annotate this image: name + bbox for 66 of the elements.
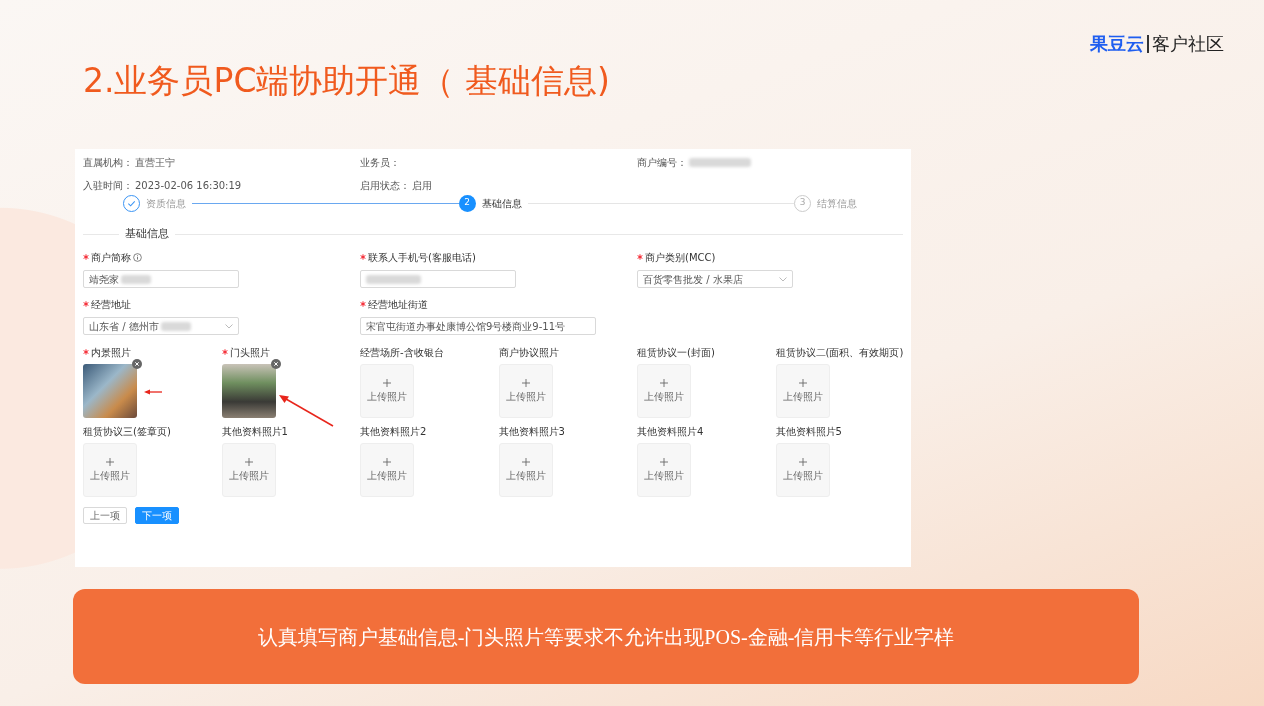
upload-tile[interactable]: 上传照片	[775, 364, 830, 418]
photo-label: 其他资料照片4	[637, 424, 704, 439]
banner-text: 认真填写商户基础信息-门头照片等要求不允许出现POS-金融-信用卡等行业字样	[257, 624, 955, 650]
previous-button[interactable]: 上一项	[83, 507, 127, 524]
info-label: 入驻时间：	[83, 178, 133, 193]
logo-brand: 果豆云	[1090, 32, 1144, 56]
upload-tile[interactable]: 上传照片	[360, 443, 414, 497]
plus-icon	[244, 457, 253, 466]
plus-icon	[521, 457, 530, 466]
field-label: 联系人手机号(客服电话)	[368, 250, 476, 265]
plus-icon	[798, 457, 807, 466]
chevron-down-icon	[779, 276, 787, 282]
info-value: 2023-02-06 16:30:19	[135, 178, 242, 193]
section-title: 基础信息	[125, 225, 169, 242]
plus-icon	[798, 378, 807, 387]
upload-tile[interactable]: 上传照片	[83, 443, 137, 497]
photo-label: 其他资料照片1	[221, 424, 288, 439]
photo-label: 门头照片	[229, 345, 270, 360]
info-label: 直属机构：	[83, 155, 133, 170]
text-field[interactable]: 靖尧家	[83, 270, 239, 288]
upload-tile[interactable]: 上传照片	[775, 443, 830, 497]
chevron-down-icon	[225, 323, 233, 329]
plus-icon	[383, 457, 391, 466]
photo-label: 租赁协议一(封面)	[637, 345, 715, 360]
upload-tile[interactable]: 上传照片	[637, 364, 691, 418]
field-label: 经营地址	[91, 297, 131, 312]
select-field[interactable]: 山东省 / 德州市	[83, 317, 239, 335]
info-label: 业务员：	[360, 155, 400, 170]
info-value: 直营王宁	[135, 155, 175, 170]
step-circle: 2	[458, 194, 476, 212]
plus-icon	[660, 457, 668, 466]
plus-icon	[106, 457, 114, 466]
field-label: 商户简称	[91, 250, 131, 265]
photo-label: 其他资料照片3	[498, 424, 565, 439]
field-label: 商户类别(MCC)	[645, 250, 716, 265]
select-field[interactable]: 百货零售批发 / 水果店	[637, 270, 793, 288]
info-value: 启用	[412, 178, 432, 193]
info-label: 商户编号：	[637, 155, 687, 170]
upload-tile[interactable]: 上传照片	[498, 443, 553, 497]
upload-tile[interactable]: 上传照片	[360, 364, 414, 418]
upload-tile[interactable]: 上传照片	[637, 443, 691, 497]
plus-icon	[521, 378, 530, 387]
photo-label: 其他资料照片5	[775, 424, 842, 439]
plus-icon	[383, 378, 391, 387]
upload-tile[interactable]: 上传照片	[221, 443, 276, 497]
next-button[interactable]: 下一项	[135, 507, 179, 524]
photo-label: 内景照片	[91, 345, 131, 360]
remove-icon[interactable]	[132, 359, 142, 369]
step-label: 资质信息	[146, 196, 186, 211]
step-label: 基础信息	[481, 196, 522, 211]
field-label: 经营地址街道	[368, 297, 428, 312]
step-label: 结算信息	[817, 196, 857, 211]
check-icon	[127, 198, 136, 208]
photo-label: 商户协议照片	[498, 345, 559, 360]
text-field[interactable]	[360, 270, 516, 288]
upload-tile[interactable]: 上传照片	[498, 364, 553, 418]
photo-label: 经营场所-含收银台	[360, 345, 444, 360]
plus-icon	[660, 378, 668, 387]
slide-title: 2.业务员PC端协助开通（ 基础信息)	[83, 60, 610, 102]
photo-label: 租赁协议三(签章页)	[83, 424, 171, 439]
info-label: 启用状态：	[360, 178, 410, 193]
photo-label: 租赁协议二(面积、有效期页)	[775, 345, 904, 360]
photo-label: 其他资料照片2	[360, 424, 427, 439]
logo-tagline: 客户社区	[1152, 32, 1224, 56]
text-field[interactable]: 宋官屯街道办事处康博公馆9号楼商业9-11号	[360, 317, 596, 335]
remove-icon[interactable]	[270, 359, 281, 369]
